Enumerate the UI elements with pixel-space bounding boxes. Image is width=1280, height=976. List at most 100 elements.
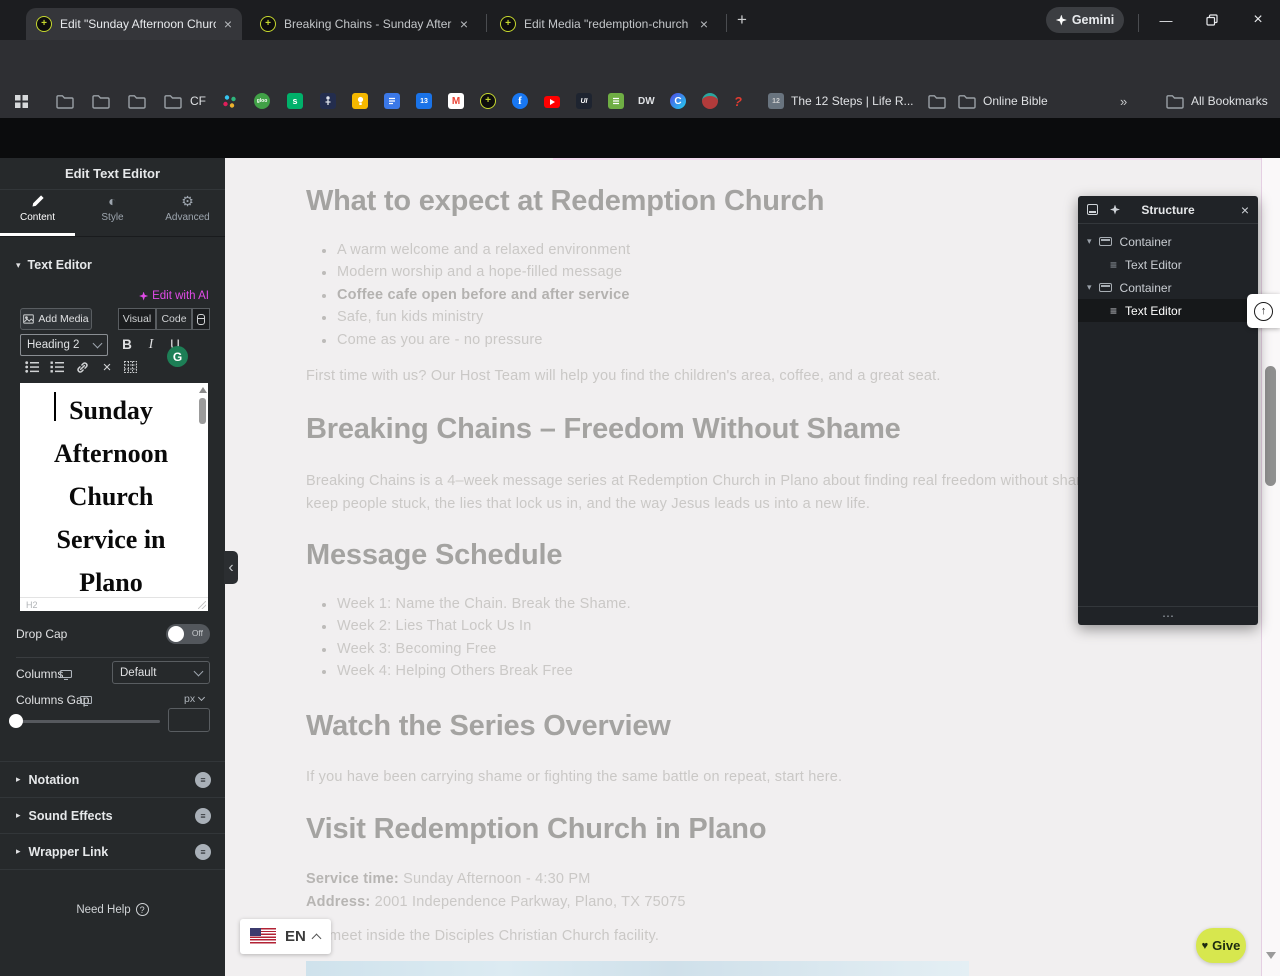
host-team-line[interactable]: First time with us? Our Host Team will h… [306,368,941,384]
editor-scrollbar[interactable] [198,385,207,595]
close-x-icon[interactable]: × [97,359,117,375]
section-sound-effects[interactable]: ▸ Sound Effects ≡ [0,797,225,833]
table-icon[interactable] [120,359,140,375]
service-time-line[interactable]: Service time: Sunday Afternoon - 4:30 PM [306,871,590,887]
bookmark-subsplash-icon[interactable]: s [287,93,303,109]
tree-item-container-1[interactable]: ▾ Container [1078,230,1258,253]
new-tab-button[interactable]: + [732,10,752,30]
bookmark-arch-icon[interactable] [702,93,718,109]
bookmark-folder[interactable] [92,93,110,109]
list-item[interactable]: Week 3: Becoming Free [306,641,631,663]
preview-scrollbar-down-arrow[interactable] [1266,952,1276,959]
section-notation[interactable]: ▸ Notation ≡ [0,761,225,797]
drop-cap-toggle[interactable]: Off [166,624,210,644]
language-selector[interactable]: EN [240,919,331,954]
bookmark-12-steps[interactable]: 12 The 12 Steps | Life R... [768,93,914,109]
italic-button[interactable]: I [142,335,160,353]
gemini-button[interactable]: Gemini [1046,7,1124,33]
numbered-list-icon[interactable] [47,359,67,375]
bookmark-cf[interactable]: CF [190,93,206,109]
bookmark-bulb-icon[interactable] [352,93,368,109]
minimize-button[interactable]: — [1144,0,1188,40]
bookmark-gloo-icon[interactable]: gloo [254,93,270,109]
bullet-list-icon[interactable] [22,359,42,375]
maximize-button[interactable] [1190,0,1234,40]
tab-close-icon[interactable]: × [460,17,468,31]
tree-item-container-2[interactable]: ▾ Container [1078,276,1258,299]
bookmark-slack-icon[interactable] [222,93,237,109]
dock-panel-icon[interactable] [1087,204,1098,215]
apps-grid-icon[interactable] [14,93,29,109]
bookmark-docs-icon[interactable] [384,93,400,109]
caret-down-icon[interactable]: ▾ [1087,282,1092,293]
scrollbar-up-arrow[interactable] [199,387,207,393]
add-media-button[interactable]: Add Media [20,308,92,330]
close-window-button[interactable]: × [1236,0,1280,40]
bold-button[interactable]: B [118,335,136,353]
browser-tab-2[interactable]: + Breaking Chains - Sunday Aftern × [250,8,478,40]
scroll-to-top-button[interactable]: ↑ [1247,294,1280,328]
heading-breaking-chains[interactable]: Breaking Chains – Freedom Without Shame [306,413,901,446]
give-button[interactable]: ♥ Give [1196,928,1246,963]
browser-tab-1[interactable]: + Edit "Sunday Afternoon Church × [26,8,242,40]
toolbar-toggle-button[interactable] [192,308,210,330]
editor-text[interactable]: Sunday Afternoon Church Service in Plano [20,389,202,597]
tab-close-icon[interactable]: × [700,17,708,31]
bookmark-youtube-icon[interactable] [544,93,560,109]
preview-scrollbar-thumb[interactable] [1265,366,1276,486]
list-item[interactable]: A warm welcome and a relaxed environment [306,242,630,264]
tab-style[interactable]: ◐ Style [75,194,150,236]
bookmark-ui-icon[interactable]: UI [576,93,592,109]
list-item[interactable]: Week 1: Name the Chain. Break the Shame. [306,596,631,618]
meet-line[interactable]: meet inside the Disciples Christian Chur… [329,928,659,944]
grammarly-badge[interactable]: G [167,346,188,367]
visual-tab[interactable]: Visual [118,308,156,330]
need-help-link[interactable]: Need Help ? [0,903,225,916]
heading-schedule[interactable]: Message Schedule [306,539,562,572]
heading-visit[interactable]: Visit Redemption Church in Plano [306,813,766,846]
list-item[interactable]: Week 2: Lies That Lock Us In [306,618,631,640]
expect-list[interactable]: A warm welcome and a relaxed environment… [306,242,630,354]
tab-advanced[interactable]: ⚙ Advanced [150,194,225,236]
list-item[interactable]: Coffee cafe open before and after servic… [306,287,630,309]
close-icon[interactable]: × [1241,202,1249,218]
responsive-monitor-icon[interactable] [80,693,92,711]
bookmark-facebook-icon[interactable]: f [512,93,528,109]
list-item[interactable]: Come as you are - no pressure [306,332,630,354]
bookmark-list-icon[interactable] [608,93,624,109]
watch-line[interactable]: If you have been carrying shame or fight… [306,769,842,785]
bookmark-calendar-icon[interactable]: 13 [416,93,432,109]
bookmark-figure-icon[interactable] [320,93,336,109]
columns-gap-slider-track[interactable] [16,720,160,723]
schedule-list[interactable]: Week 1: Name the Chain. Break the Shame.… [306,596,631,686]
bookmark-folder[interactable] [56,93,74,109]
text-editor-content-area[interactable]: Sunday Afternoon Church Service in Plano [20,383,208,597]
all-bookmarks-folder[interactable]: All Bookmarks [1166,93,1268,109]
tab-close-icon[interactable]: × [224,17,232,31]
unit-selector[interactable]: px [184,693,204,705]
columns-gap-input[interactable] [168,708,210,732]
edit-with-ai-button[interactable]: Edit with AI [139,290,209,302]
bookmark-c-icon[interactable]: C [670,93,686,109]
list-item[interactable]: Modern worship and a hope-filled message [306,264,630,286]
list-item[interactable]: Safe, fun kids ministry [306,309,630,331]
link-icon[interactable] [72,359,92,375]
bookmark-dw[interactable]: DW [638,93,655,109]
structure-footer-handle[interactable]: ⋯ [1078,606,1258,625]
tab-content[interactable]: Content [0,194,75,236]
caret-down-icon[interactable]: ▾ [1087,236,1092,247]
heading-expect[interactable]: What to expect at Redemption Church [306,185,824,218]
bookmarks-overflow-chevrons[interactable]: » [1120,93,1127,109]
panel-collapse-handle[interactable]: ‹ [224,551,238,584]
resize-grip[interactable] [198,601,206,609]
text-editor-section-header[interactable]: ▾ Text Editor [16,258,92,272]
bookmark-squiggle-icon[interactable]: ? [734,93,742,109]
browser-tab-3[interactable]: + Edit Media "redemption-church × [490,8,718,40]
address-line[interactable]: Address: 2001 Independence Parkway, Plan… [306,894,686,910]
bookmark-redemption-icon[interactable]: + [480,93,496,109]
code-tab[interactable]: Code [156,308,192,330]
section-wrapper-link[interactable]: ▸ Wrapper Link ≡ [0,833,225,869]
heading-watch[interactable]: Watch the Series Overview [306,710,671,743]
preview-scrollbar-track[interactable] [1261,158,1280,976]
columns-select[interactable]: Default [112,661,210,684]
